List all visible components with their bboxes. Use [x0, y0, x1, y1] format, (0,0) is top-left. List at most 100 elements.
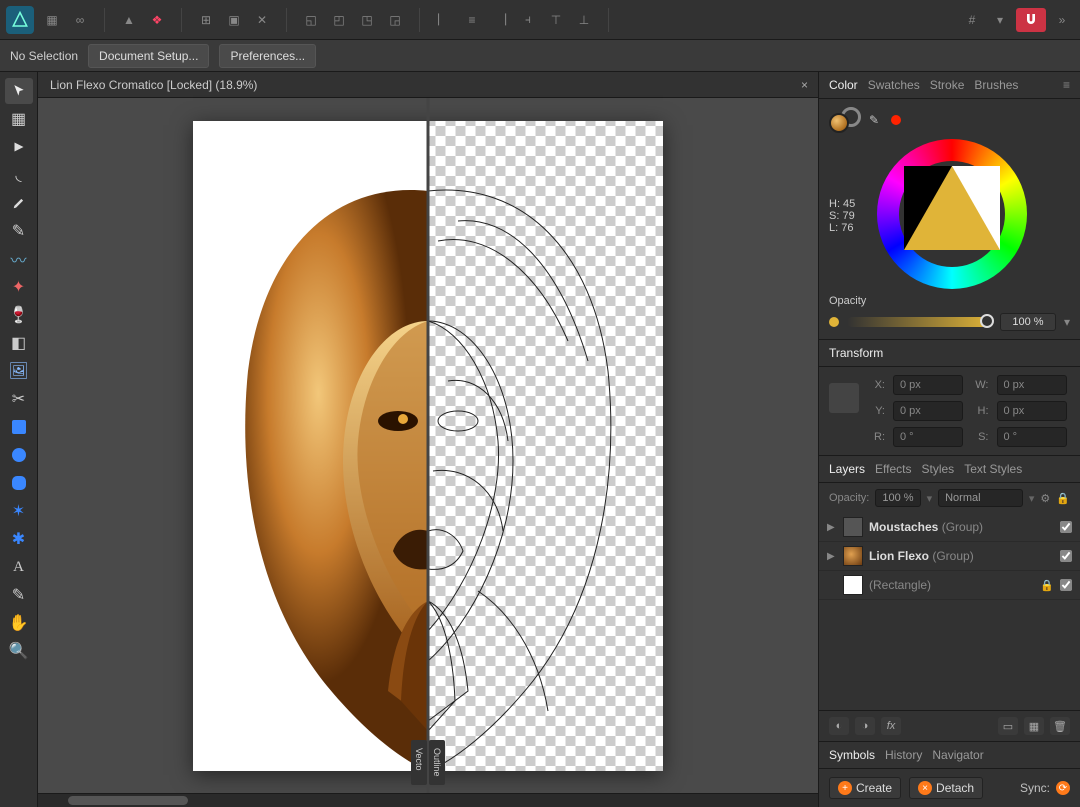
crop-tool-icon[interactable]: ✂: [5, 386, 33, 412]
split-divider[interactable]: [427, 98, 430, 793]
arrange-forward-icon[interactable]: ◳: [355, 8, 379, 32]
tab-stroke[interactable]: Stroke: [930, 78, 965, 92]
expand-icon[interactable]: ▶: [827, 522, 837, 533]
tab-layers[interactable]: Layers: [829, 462, 865, 476]
tab-navigator[interactable]: Navigator: [932, 748, 983, 762]
add-pixel-layer-icon[interactable]: ▦: [1024, 717, 1044, 735]
adjustment-layer-icon[interactable]: ◑: [855, 717, 875, 735]
layer-lock-all-icon[interactable]: 🔒: [1056, 492, 1070, 505]
sampled-color-swatch[interactable]: [891, 115, 901, 125]
layers-up-icon[interactable]: ▲: [117, 8, 141, 32]
layer-row[interactable]: ▶Moustaches (Group): [819, 513, 1080, 542]
grid-toggle-icon[interactable]: #: [960, 8, 984, 32]
lock-icon[interactable]: 🔒: [1040, 579, 1054, 592]
sync-toggle-icon[interactable]: ⟳: [1056, 781, 1070, 795]
y-input[interactable]: [893, 401, 963, 421]
s-input[interactable]: [997, 427, 1067, 447]
layer-row[interactable]: (Rectangle)🔒: [819, 571, 1080, 600]
eyedropper-tool-icon[interactable]: ✎: [5, 582, 33, 608]
zoom-tool-icon[interactable]: 🔍: [5, 638, 33, 664]
delete-layer-icon[interactable]: 🗑: [1050, 717, 1070, 735]
brush-tool-icon[interactable]: 〰: [5, 246, 33, 272]
fx-layer-icon[interactable]: fx: [881, 717, 901, 735]
layer-row[interactable]: ▶Lion Flexo (Group): [819, 542, 1080, 571]
shape-star-tool-icon[interactable]: ✶: [5, 498, 33, 524]
visibility-checkbox[interactable]: [1060, 550, 1072, 562]
align-bottom-icon[interactable]: ⊥: [572, 8, 596, 32]
document-tab[interactable]: Lion Flexo Cromatico [Locked] (18.9%) ×: [38, 72, 818, 98]
layer-opacity-select[interactable]: 100 %: [875, 489, 920, 507]
tab-styles[interactable]: Styles: [922, 462, 955, 476]
x-input[interactable]: [893, 375, 963, 395]
align-left-icon[interactable]: ⎸: [432, 8, 456, 32]
align-center-icon[interactable]: ≡: [460, 8, 484, 32]
arrange-backward-icon[interactable]: ◰: [327, 8, 351, 32]
node-tool-icon[interactable]: [5, 134, 33, 160]
shape-ellipse-tool-icon[interactable]: [5, 442, 33, 468]
h-input[interactable]: [997, 401, 1067, 421]
detach-symbol-button[interactable]: × Detach: [909, 777, 983, 799]
create-symbol-button[interactable]: + Create: [829, 777, 901, 799]
close-tab-icon[interactable]: ×: [801, 78, 808, 92]
arrange-front-icon[interactable]: ◲: [383, 8, 407, 32]
r-input[interactable]: [893, 427, 963, 447]
fill-tool-icon[interactable]: ✦: [5, 274, 33, 300]
transparency-tool-icon[interactable]: ◧: [5, 330, 33, 356]
palette-icon[interactable]: ❖: [145, 8, 169, 32]
shape-rounded-tool-icon[interactable]: [5, 470, 33, 496]
w-input[interactable]: [997, 375, 1067, 395]
artboard-tool-icon[interactable]: ▦: [5, 106, 33, 132]
color-wheel[interactable]: [877, 139, 1027, 289]
dropdown-icon[interactable]: ▾: [988, 8, 1012, 32]
visibility-checkbox[interactable]: [1060, 579, 1072, 591]
tab-symbols[interactable]: Symbols: [829, 748, 875, 762]
tab-swatches[interactable]: Swatches: [868, 78, 920, 92]
horizontal-scrollbar[interactable]: [38, 793, 818, 807]
app-logo-icon[interactable]: [6, 6, 34, 34]
gradient-tool-icon[interactable]: 🍷: [5, 302, 33, 328]
preferences-button[interactable]: Preferences...: [219, 44, 316, 68]
pencil-tool-icon[interactable]: ✎: [5, 218, 33, 244]
fill-stroke-selector[interactable]: [829, 107, 863, 133]
tab-transform[interactable]: Transform: [829, 346, 883, 360]
distribute-icon[interactable]: ⫞: [516, 8, 540, 32]
overflow-icon[interactable]: »: [1050, 8, 1074, 32]
place-image-tool-icon[interactable]: 🖼: [5, 358, 33, 384]
pen-tool-icon[interactable]: [5, 190, 33, 216]
arrange-back-icon[interactable]: ◱: [299, 8, 323, 32]
shape-cog-tool-icon[interactable]: ✱: [5, 526, 33, 552]
tab-color[interactable]: Color: [829, 78, 858, 92]
layer-settings-icon[interactable]: ⚙: [1040, 492, 1050, 505]
eyedropper-mini-icon[interactable]: ✎: [869, 113, 879, 127]
color-triangle[interactable]: [904, 166, 1000, 250]
panel-menu-icon[interactable]: ≡: [1063, 78, 1070, 92]
move-tool-icon[interactable]: [5, 78, 33, 104]
opacity-slider[interactable]: [847, 317, 992, 327]
pan-tool-icon[interactable]: ✋: [5, 610, 33, 636]
opacity-dropdown-icon[interactable]: ▾: [1064, 315, 1070, 329]
shape-rect-tool-icon[interactable]: [5, 414, 33, 440]
tab-brushes[interactable]: Brushes: [974, 78, 1018, 92]
corner-tool-icon[interactable]: ◟: [5, 162, 33, 188]
share-icon[interactable]: ∞: [68, 8, 92, 32]
align-right-icon[interactable]: ⎹: [488, 8, 512, 32]
document-setup-button[interactable]: Document Setup...: [88, 44, 209, 68]
tab-effects[interactable]: Effects: [875, 462, 911, 476]
anchor-selector[interactable]: [829, 383, 859, 413]
tab-textstyles[interactable]: Text Styles: [964, 462, 1022, 476]
snap-nodes-icon[interactable]: ✕: [250, 8, 274, 32]
align-top-icon[interactable]: ⊤: [544, 8, 568, 32]
text-tool-icon[interactable]: A: [5, 554, 33, 580]
opacity-input[interactable]: [1000, 313, 1056, 331]
magnet-snap-icon[interactable]: [1016, 8, 1046, 32]
expand-icon[interactable]: ▶: [827, 551, 837, 562]
tab-history[interactable]: History: [885, 748, 922, 762]
viewport[interactable]: Vecto Outline: [38, 98, 818, 793]
add-layer-icon[interactable]: ▭: [998, 717, 1018, 735]
snap-grid-icon[interactable]: ⊞: [194, 8, 218, 32]
view-mode-icon[interactable]: ▦: [40, 8, 64, 32]
mask-layer-icon[interactable]: ◐: [829, 717, 849, 735]
blend-mode-select[interactable]: Normal: [938, 489, 1023, 507]
visibility-checkbox[interactable]: [1060, 521, 1072, 533]
snap-bounds-icon[interactable]: ▣: [222, 8, 246, 32]
